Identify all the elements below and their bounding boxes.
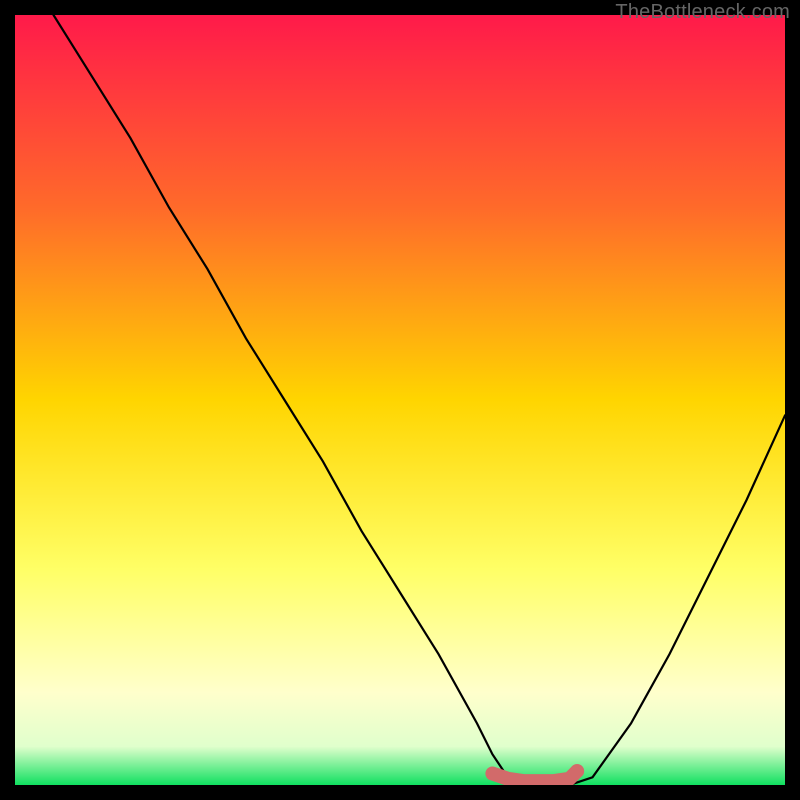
gradient-background — [15, 15, 785, 785]
watermark-text: TheBottleneck.com — [615, 1, 790, 24]
bottleneck-chart — [15, 15, 785, 785]
optimal-range-end-dot — [570, 764, 584, 778]
